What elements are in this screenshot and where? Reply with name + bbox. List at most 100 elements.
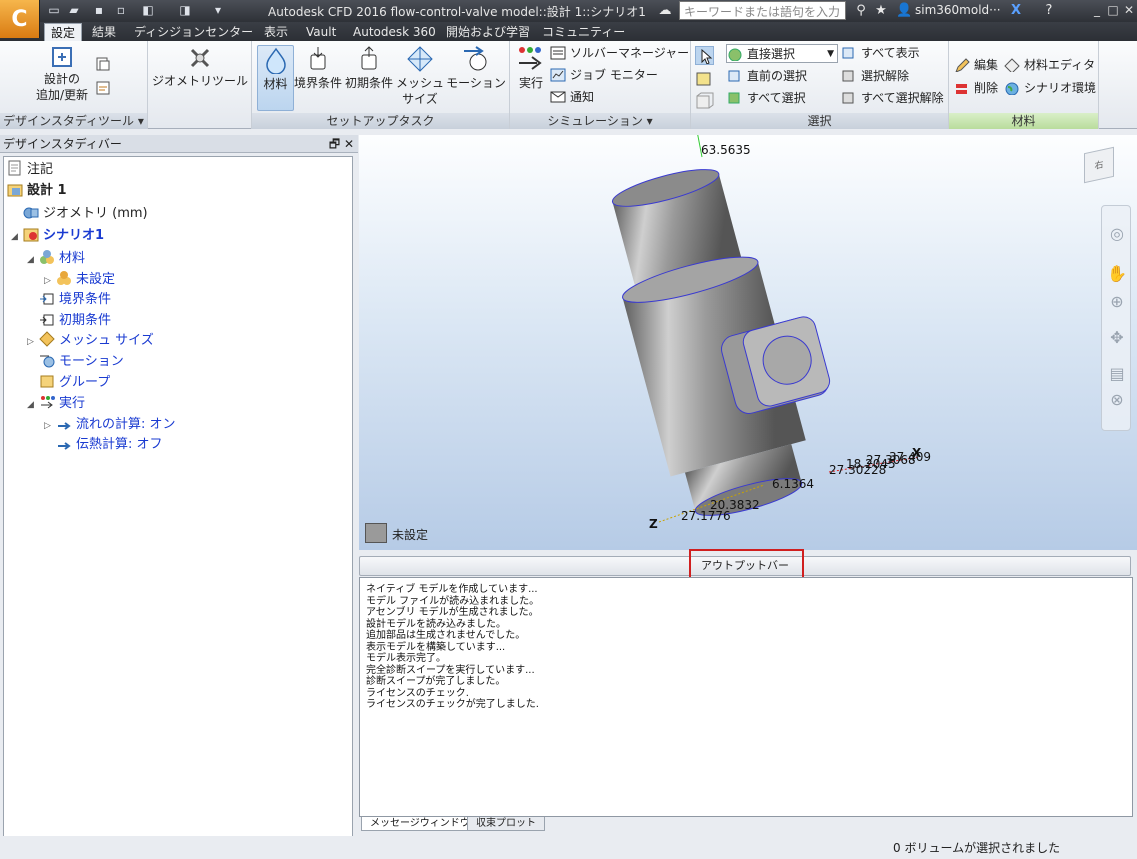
help-icon[interactable]: ?: [1040, 2, 1058, 19]
job-monitor-button[interactable]: ジョブ モニター: [550, 66, 658, 85]
tab-getting-started[interactable]: 開始および学習: [440, 23, 536, 41]
zoom-icon[interactable]: ⊕: [1107, 292, 1127, 312]
tab-autodesk-360[interactable]: Autodesk 360: [347, 23, 442, 41]
mesh-size-button[interactable]: メッシュ サイズ: [396, 45, 444, 107]
dimension-label: 63.5635: [701, 143, 751, 157]
close-button[interactable]: ✕: [1122, 2, 1136, 18]
tree-item-geometry[interactable]: ジオメトリ (mm): [23, 204, 148, 224]
motion-button[interactable]: モーション: [446, 45, 506, 91]
tree-item-run[interactable]: ◢ 実行: [27, 394, 85, 414]
new-icon[interactable]: ▭: [46, 3, 62, 18]
run-button[interactable]: 実行: [514, 45, 548, 91]
graphics-viewport[interactable]: 63.5635 18.2045 27.3068 37.409 6.1364 27…: [359, 135, 1137, 550]
tree-item-group[interactable]: グループ: [39, 373, 110, 393]
geometry-tools-icon: [190, 48, 210, 68]
tree-item-flow-calc[interactable]: ▷ 流れの計算: オン: [44, 415, 176, 435]
save-icon[interactable]: ▪: [91, 3, 107, 18]
app-logo-icon[interactable]: C: [0, 0, 40, 38]
material-button[interactable]: 材料: [257, 45, 294, 111]
expand-arrow-icon[interactable]: ▷: [27, 332, 39, 352]
panel-controls[interactable]: 🗗 ✕: [329, 135, 354, 153]
steering-wheel-icon[interactable]: ◎: [1107, 224, 1127, 244]
tree-item-mesh[interactable]: ▷ メッシュ サイズ: [27, 331, 154, 351]
user-icon: 👤: [896, 3, 913, 18]
tab-decision-center[interactable]: ディシジョンセンター: [128, 23, 259, 41]
tree-item-materials[interactable]: ◢ 材料: [27, 249, 85, 269]
tab-community[interactable]: コミュニティー: [536, 23, 631, 41]
boundary-condition-button[interactable]: 境界条件: [294, 45, 342, 91]
select-all-icon: [728, 92, 740, 104]
select-all-button[interactable]: すべて選択: [727, 89, 806, 108]
tree-item-motion[interactable]: モーション: [39, 352, 124, 372]
edit-material-button[interactable]: 編集: [954, 56, 998, 75]
look-at-icon[interactable]: ▤: [1107, 364, 1127, 384]
mesh-icon: [39, 331, 55, 347]
binoculars-icon[interactable]: ⚲: [852, 2, 870, 19]
search-input[interactable]: キーワードまたは語句を入力: [679, 1, 846, 20]
panel-title-design-study[interactable]: デザインスタディツール ▾: [0, 113, 147, 129]
navigation-bar: ◎ ✋ ⊕ ✥ ▤ ⊗: [1101, 205, 1131, 431]
material-editor-icon: [1004, 58, 1020, 72]
collapse-arrow-icon[interactable]: ◢: [11, 227, 23, 247]
tab-message-window[interactable]: メッセージウィンドウ: [361, 817, 479, 831]
collapse-arrow-icon[interactable]: ◢: [27, 250, 39, 270]
maximize-button[interactable]: □: [1106, 2, 1120, 18]
viewcube[interactable]: 右: [1084, 146, 1114, 184]
tree-item-scenario[interactable]: ◢ シナリオ1: [11, 226, 104, 246]
quick-access-menu-icon[interactable]: ▾: [210, 3, 226, 18]
delete-material-button[interactable]: 削除: [954, 79, 998, 98]
show-all-button[interactable]: すべて表示: [841, 44, 920, 63]
deselect-all-icon: [842, 92, 854, 104]
notify-button[interactable]: 通知: [550, 88, 594, 107]
initial-condition-button[interactable]: 初期条件: [344, 45, 394, 91]
save-as-icon[interactable]: ▫: [113, 3, 129, 18]
tree-item-design[interactable]: 設計 1: [7, 181, 67, 201]
materials-icon: [40, 250, 54, 264]
select-volume-icon[interactable]: [695, 92, 714, 111]
tab-convergence-plot[interactable]: 収束プロット: [467, 817, 545, 831]
undo-icon[interactable]: ◧: [140, 3, 156, 18]
orbit-icon[interactable]: ✥: [1107, 328, 1127, 348]
mesh-size-icon: [407, 46, 433, 72]
add-update-design-button[interactable]: 設計の 追加/更新: [34, 45, 90, 103]
cloud-sync-icon[interactable]: ☁: [655, 2, 675, 19]
valve-model[interactable]: [359, 135, 1137, 550]
collapse-arrow-icon[interactable]: ◢: [27, 395, 39, 415]
scenario-environment-button[interactable]: シナリオ環境: [1004, 79, 1096, 98]
tree-item-unset[interactable]: ▷ 未設定: [44, 270, 115, 290]
material-editor-button[interactable]: 材料エディタ: [1004, 56, 1095, 75]
status-bar: 0 ボリュームが選択されました: [0, 836, 1137, 859]
center-icon[interactable]: ⊗: [1107, 390, 1127, 410]
solver-manager-button[interactable]: ソルバーマネージャー: [550, 44, 689, 63]
open-icon[interactable]: ▰: [66, 3, 82, 18]
design-properties-icon[interactable]: [95, 80, 111, 96]
tree-item-heat-calc[interactable]: 伝熱計算: オフ: [56, 435, 163, 455]
select-mode-icon[interactable]: [695, 46, 714, 65]
select-surface-icon[interactable]: [695, 69, 714, 88]
expand-arrow-icon[interactable]: ▷: [44, 416, 56, 436]
tree-item-boundary[interactable]: 境界条件: [39, 290, 111, 310]
pan-icon[interactable]: ✋: [1107, 264, 1127, 284]
direct-select-dropdown[interactable]: 直接選択 ▼: [726, 44, 838, 63]
copy-design-icon[interactable]: [95, 56, 111, 72]
tab-vault[interactable]: Vault: [300, 23, 342, 41]
deselect-all-button[interactable]: すべて選択解除: [841, 89, 944, 108]
message-window[interactable]: ネイティブ モデルを作成しています... モデル ファイルが読み込まれました。 …: [359, 577, 1133, 817]
tree-item-notes[interactable]: 注記: [7, 160, 53, 180]
geometry-tools-button[interactable]: ジオメトリツール: [152, 45, 248, 89]
tab-results[interactable]: 結果: [86, 23, 122, 41]
previous-selection-button[interactable]: 直前の選択: [727, 67, 807, 86]
minimize-button[interactable]: _: [1090, 2, 1104, 18]
star-icon[interactable]: ★: [873, 2, 889, 19]
x-exchange-icon[interactable]: X: [1008, 2, 1024, 19]
user-name[interactable]: sim360mold···: [915, 3, 1001, 17]
initial-condition-icon: [361, 46, 377, 70]
tree-item-initial[interactable]: 初期条件: [39, 311, 111, 331]
panel-title-simulation[interactable]: シミュレーション ▾: [510, 113, 690, 129]
redo-icon[interactable]: ◨: [177, 3, 193, 18]
tab-setup[interactable]: 設定: [44, 23, 83, 41]
tab-view[interactable]: 表示: [258, 23, 294, 41]
panel-title-materials: 材料: [949, 113, 1098, 129]
expand-arrow-icon[interactable]: ▷: [44, 271, 56, 291]
deselect-button[interactable]: 選択解除: [841, 67, 909, 86]
